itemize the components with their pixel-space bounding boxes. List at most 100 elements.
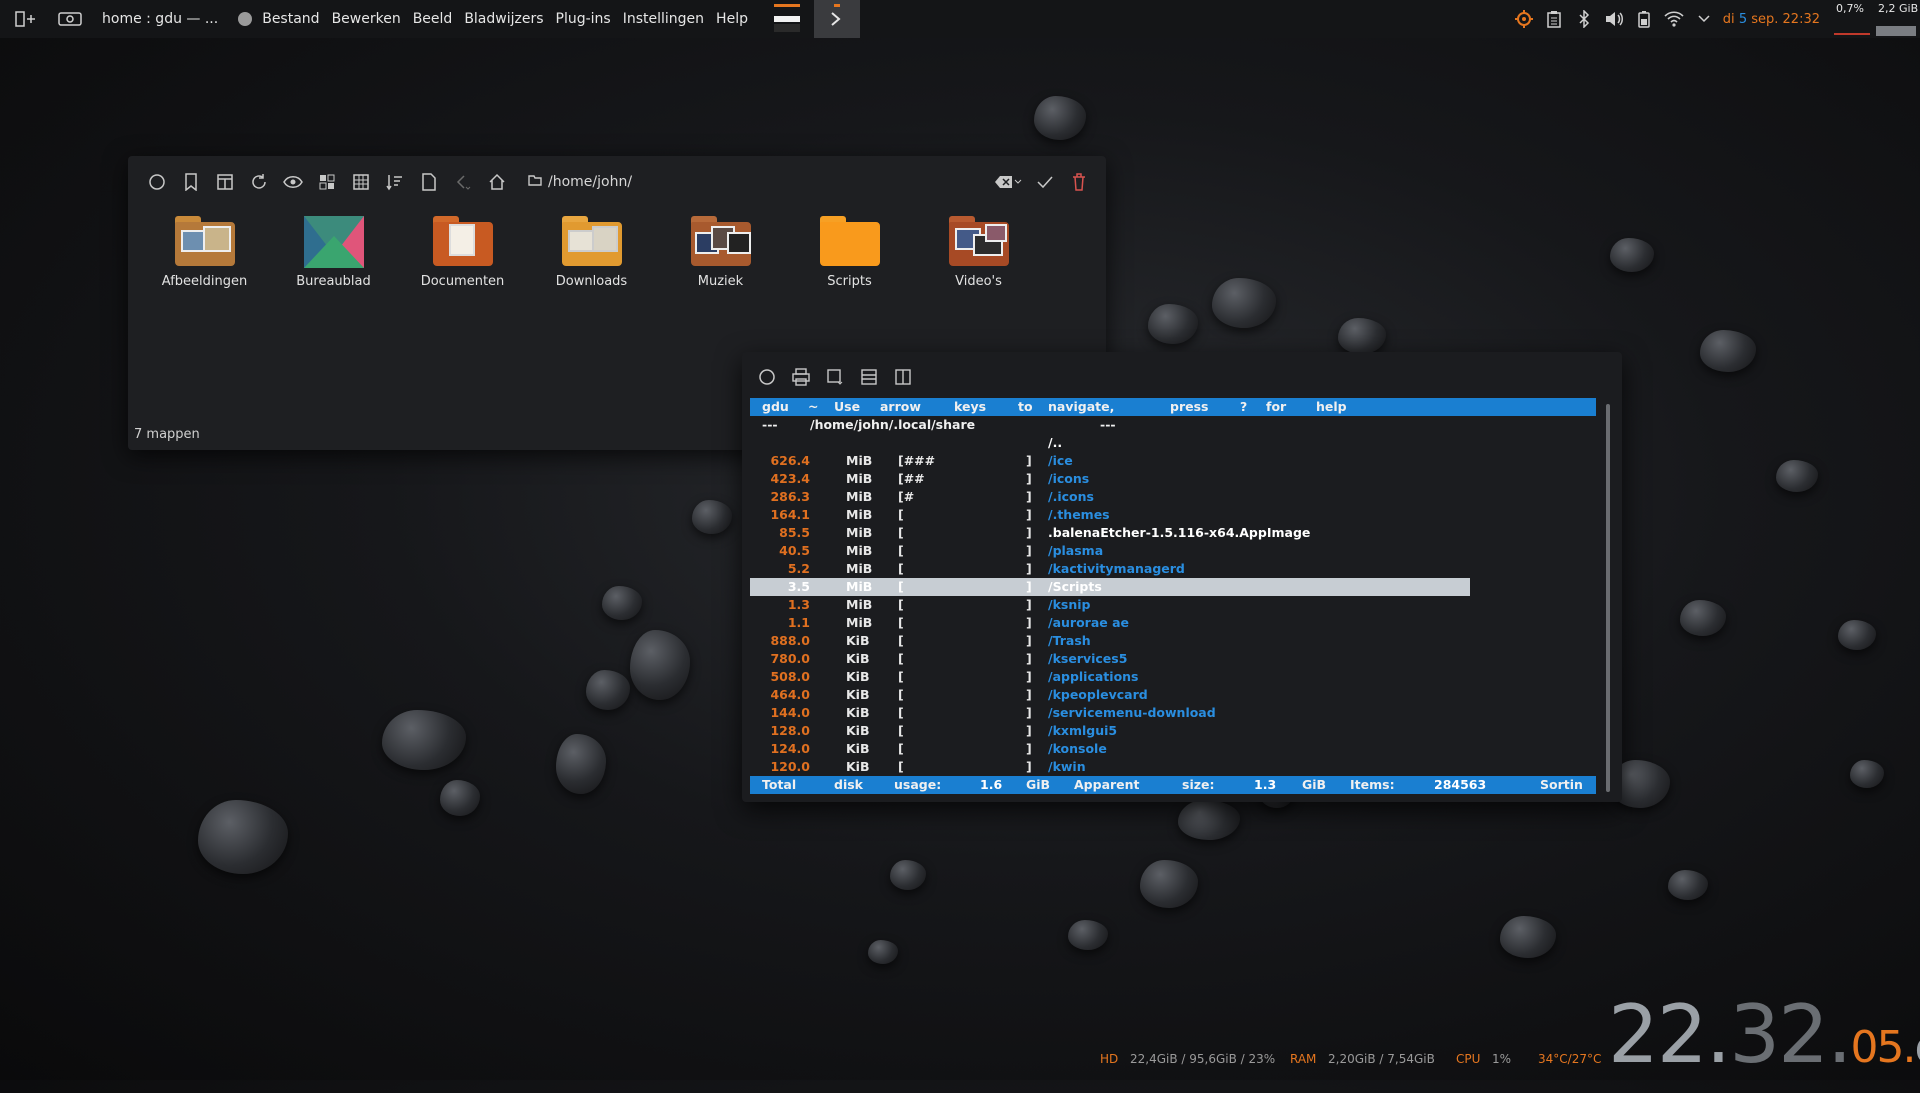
row-unit: MiB bbox=[846, 453, 873, 468]
row-unit: KiB bbox=[846, 669, 870, 684]
ram-value: 2,20GiB / 7,54GiB bbox=[1328, 1052, 1435, 1066]
row-size: 5.2 bbox=[787, 561, 810, 576]
trash-icon[interactable] bbox=[1062, 165, 1096, 199]
row-bar: [ bbox=[898, 615, 904, 630]
row-unit: MiB bbox=[846, 525, 873, 540]
row-name: /Trash bbox=[1048, 633, 1091, 648]
home-icon[interactable] bbox=[480, 165, 514, 199]
taskbar-file-manager[interactable] bbox=[768, 0, 806, 38]
clear-backspace-icon[interactable] bbox=[988, 165, 1028, 199]
gdu-row[interactable]: 164.1 MiB [] /.themes bbox=[750, 506, 1596, 524]
active-window-title[interactable]: home : gdu — ... bbox=[102, 11, 218, 27]
menu-instellingen[interactable]: Instellingen bbox=[623, 11, 704, 27]
gdu-row[interactable]: 888.0 KiB [] /Trash bbox=[750, 632, 1596, 650]
memory-monitor-widget[interactable]: 2,2 GiB bbox=[1876, 0, 1920, 38]
clock-seconds: 05 bbox=[1850, 1022, 1904, 1073]
refresh-icon[interactable] bbox=[242, 165, 276, 199]
preview-eye-icon[interactable] bbox=[276, 165, 310, 199]
print-icon[interactable] bbox=[784, 360, 818, 394]
icon-view-icon[interactable] bbox=[310, 165, 344, 199]
folder-small-icon bbox=[528, 174, 542, 190]
row-bar-end: ] bbox=[1026, 489, 1032, 504]
bluetooth-icon[interactable] bbox=[1572, 7, 1596, 31]
menu-beeld[interactable]: Beeld bbox=[413, 11, 453, 27]
gdu-row[interactable]: 85.5 MiB [] .balenaEtcher-1.5.116-x64.AppIm… bbox=[750, 524, 1596, 542]
row-bar-end: ] bbox=[1026, 561, 1032, 576]
gdu-row[interactable]: 626.4 MiB [###] /ice bbox=[750, 452, 1596, 470]
back-arrow-icon[interactable] bbox=[446, 165, 480, 199]
gdu-row[interactable]: 1.3 MiB [] /ksnip bbox=[750, 596, 1596, 614]
row-size: 3.5 bbox=[787, 579, 810, 594]
split-vertical-icon[interactable] bbox=[886, 360, 920, 394]
gdu-row[interactable]: 508.0 KiB [] /applications bbox=[750, 668, 1596, 686]
cpu-monitor-value: 0,7% bbox=[1836, 2, 1864, 15]
row-size: 423.4 bbox=[770, 471, 810, 486]
gdu-row[interactable]: 1.1 MiB [] /aurorae ae bbox=[750, 614, 1596, 632]
location-bar[interactable]: /home/john/ bbox=[528, 174, 632, 190]
row-bar: [ bbox=[898, 579, 904, 594]
menu-bewerken[interactable]: Bewerken bbox=[332, 11, 401, 27]
panel-clock[interactable]: di 5 sep. 22:32 bbox=[1723, 12, 1820, 27]
folder-afbeeldingen[interactable]: Afbeeldingen bbox=[140, 208, 269, 289]
bookmark-icon[interactable] bbox=[174, 165, 208, 199]
screenshot-icon[interactable] bbox=[56, 7, 84, 31]
gdu-row[interactable]: 464.0 KiB [] /kpeoplevcard bbox=[750, 686, 1596, 704]
app-launcher-icon[interactable] bbox=[14, 7, 38, 31]
row-bar-end: ] bbox=[1026, 471, 1032, 486]
circle-icon[interactable] bbox=[140, 165, 174, 199]
file-manager-toolbar: /home/john/ bbox=[128, 156, 1106, 208]
row-unit: MiB bbox=[846, 615, 873, 630]
volume-icon[interactable] bbox=[1602, 7, 1626, 31]
gdu-row[interactable]: 423.4 MiB [##] /icons bbox=[750, 470, 1596, 488]
gdu-row[interactable]: 3.5 MiB [] /Scripts bbox=[750, 578, 1470, 596]
header-word: to bbox=[1018, 399, 1033, 414]
footer-word: 284563 bbox=[1434, 777, 1487, 792]
gdu-row[interactable]: 120.0 KiB [] /kwin bbox=[750, 758, 1596, 776]
folder-bureaublad[interactable]: Bureaublad bbox=[269, 208, 398, 289]
new-document-icon[interactable] bbox=[412, 165, 446, 199]
folder-scripts[interactable]: Scripts bbox=[785, 208, 914, 289]
split-horizontal-icon[interactable] bbox=[852, 360, 886, 394]
cpu-value: 1% bbox=[1492, 1052, 1512, 1066]
circle-icon[interactable] bbox=[750, 360, 784, 394]
gdu-row[interactable]: 5.2 MiB [] /kactivitymanagerd bbox=[750, 560, 1596, 578]
sort-icon[interactable] bbox=[378, 165, 412, 199]
menu-plugins[interactable]: Plug-ins bbox=[556, 11, 611, 27]
folder-muziek[interactable]: Muziek bbox=[656, 208, 785, 289]
chevron-down-icon[interactable] bbox=[1692, 7, 1716, 31]
row-size: 286.3 bbox=[770, 489, 810, 504]
row-bar-end: ] bbox=[1026, 453, 1032, 468]
gdu-row[interactable]: 124.0 KiB [] /konsole bbox=[750, 740, 1596, 758]
row-unit: KiB bbox=[846, 633, 870, 648]
battery-icon[interactable] bbox=[1632, 7, 1656, 31]
new-tab-icon[interactable] bbox=[818, 360, 852, 394]
menu-bladwijzers[interactable]: Bladwijzers bbox=[464, 11, 543, 27]
record-icon[interactable] bbox=[238, 12, 253, 26]
cpu-monitor-widget[interactable]: 0,7% bbox=[1834, 0, 1872, 38]
clipboard-icon[interactable] bbox=[1542, 7, 1566, 31]
gdu-row[interactable]: 286.3 MiB [#] /.icons bbox=[750, 488, 1596, 506]
gdu-row[interactable]: 780.0 KiB [] /kservices5 bbox=[750, 650, 1596, 668]
gdu-output[interactable]: gdu ~ Use arrow keys to navigate, press … bbox=[750, 398, 1596, 798]
settings-gear-icon[interactable] bbox=[1512, 7, 1536, 31]
gdu-row[interactable]: 144.0 KiB [] /servicemenu-download bbox=[750, 704, 1596, 722]
row-name: /ice bbox=[1048, 453, 1073, 468]
row-size: 128.0 bbox=[770, 723, 810, 738]
current-path: /home/john/.local/share bbox=[810, 417, 976, 432]
menu-bestand[interactable]: Bestand bbox=[262, 11, 319, 27]
folder-videos[interactable]: Video's bbox=[914, 208, 1043, 289]
folder-downloads[interactable]: Downloads bbox=[527, 208, 656, 289]
gdu-row[interactable]: 128.0 KiB [] /kxmlgui5 bbox=[750, 722, 1596, 740]
row-unit: MiB bbox=[846, 507, 873, 522]
gdu-row[interactable]: 40.5 MiB [] /plasma bbox=[750, 542, 1596, 560]
menu-help[interactable]: Help bbox=[716, 11, 748, 27]
compact-view-icon[interactable] bbox=[344, 165, 378, 199]
folder-documenten[interactable]: Documenten bbox=[398, 208, 527, 289]
gdu-parent-row[interactable]: /.. bbox=[750, 434, 1596, 452]
taskbar-terminal[interactable] bbox=[813, 0, 860, 38]
checkmark-icon[interactable] bbox=[1028, 165, 1062, 199]
clock-day: di bbox=[1914, 1022, 1920, 1073]
wifi-icon[interactable] bbox=[1662, 7, 1686, 31]
new-tab-icon[interactable] bbox=[208, 165, 242, 199]
terminal-scrollbar[interactable] bbox=[1606, 404, 1610, 792]
